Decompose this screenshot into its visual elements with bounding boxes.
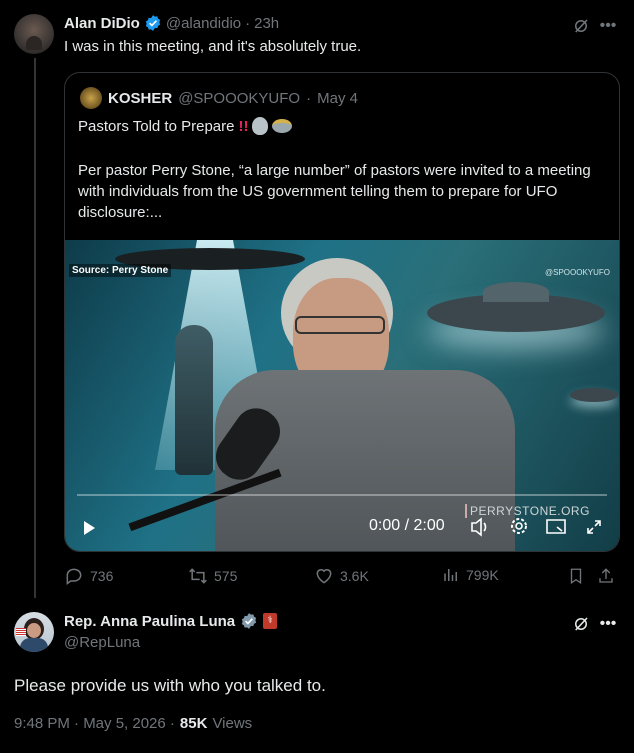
quote-title: Pastors Told to Prepare [78,117,235,135]
reply-views-count: 85K [179,715,208,732]
reply-handle[interactable]: @RepLuna [64,634,140,651]
verified-badge-icon [145,15,160,31]
reply-views-label: Views [212,715,253,732]
views-count: 799K [466,567,499,583]
play-icon[interactable] [81,520,97,541]
video-time: 0:00 / 2:00 [369,517,445,534]
grok-icon[interactable] [571,614,591,634]
reply-header: Rep. Anna Paulina Luna ⚕ [64,612,278,630]
thread-line [34,58,36,598]
reply-button[interactable]: 736 [64,566,113,586]
reply-timestamp[interactable]: 9:48 PM · May 5, 2026 · [14,715,175,732]
gray-verified-badge-icon [242,613,257,629]
avatar-alan[interactable] [14,14,54,54]
ufo-small [570,388,618,402]
settings-icon[interactable] [509,516,529,541]
fullscreen-icon[interactable] [585,518,603,541]
video-progress-bar[interactable] [77,494,607,496]
author-name[interactable]: Alan DiDio [64,15,140,32]
ufo-dome [483,282,549,302]
video-watermark: @SPOOOKYUFO [545,268,611,277]
video-player[interactable]: Source: Perry Stone @SPOOOKYUFO PERRYSTO… [65,240,619,551]
reply-count: 736 [90,568,114,584]
repost-button[interactable]: 575 [188,566,237,586]
views-button[interactable]: 799K [442,566,499,584]
reply-icon [66,568,82,585]
like-count: 3.6K [340,568,369,584]
captions-icon[interactable] [469,517,491,542]
government-affiliation-icon: ⚕ [263,613,278,629]
quote-header: KOSHER @SPOOOKYUFO · May 4 [80,87,358,109]
bookmark-icon[interactable] [566,566,586,586]
quote-body: Per pastor Perry Stone, “a large number”… [78,162,591,221]
more-icon[interactable]: ••• [598,16,618,36]
views-icon [444,569,457,581]
abductee-figure [175,325,213,475]
speaker-glasses [295,316,385,334]
repost-icon [189,568,207,584]
quote-author-name: KOSHER [108,89,173,107]
source-label: Source: Perry Stone [69,264,172,277]
repost-count: 575 [214,568,238,584]
quote-date: May 4 [317,89,358,107]
double-exclamation-emoji: !! [238,117,249,135]
share-icon[interactable] [596,566,616,586]
quote-handle: @SPOOOKYUFO [178,89,301,107]
reply-meta: 9:48 PM · May 5, 2026 · 85K Views [14,715,252,732]
alien-emoji [252,117,269,135]
like-icon [316,569,332,584]
tweet-time[interactable]: 23h [254,15,279,32]
reply-text: Please provide us with who you talked to… [14,676,326,695]
separator: · [306,89,312,107]
author-handle[interactable]: @alandidio [166,15,241,32]
pip-icon[interactable] [545,516,567,541]
avatar-luna[interactable] [14,612,54,652]
reply-author-name[interactable]: Rep. Anna Paulina Luna [64,613,235,630]
tweet-header: Alan DiDio @alandidio · 23h [64,14,279,32]
grok-icon[interactable] [571,16,591,36]
avatar-kosher [80,87,102,109]
quoted-tweet[interactable]: KOSHER @SPOOOKYUFO · May 4 Pastors Told … [64,72,620,552]
more-icon[interactable]: ••• [598,614,618,634]
ufo-emoji [272,119,293,133]
quote-title-line: Pastors Told to Prepare !! [78,117,293,135]
like-button[interactable]: 3.6K [314,566,369,586]
separator: · [245,14,251,32]
tweet-text: I was in this meeting, and it's absolute… [64,38,362,55]
